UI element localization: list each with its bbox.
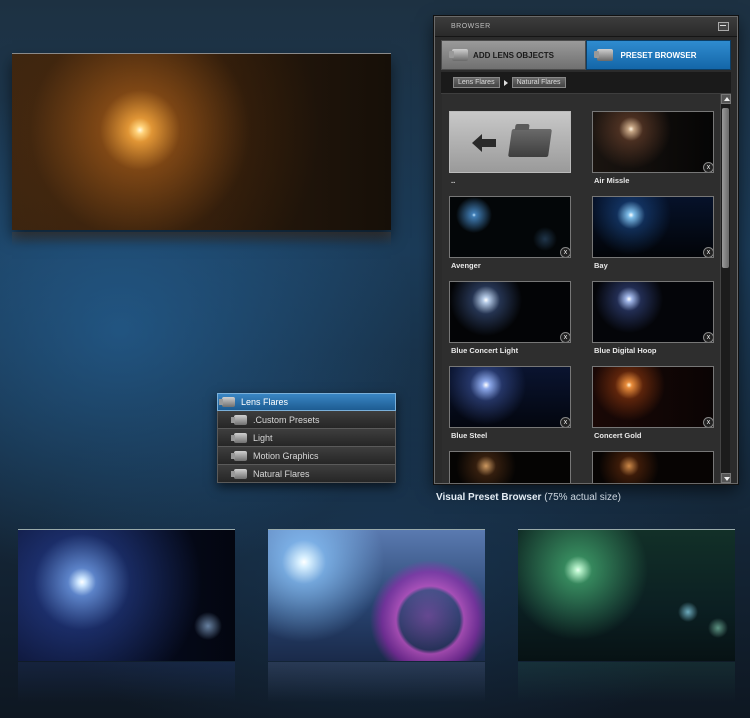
tab-label: ADD LENS OBJECTS [473, 50, 554, 60]
pink-flare-sample-image [268, 529, 485, 661]
tree-item-label: .Custom Presets [253, 414, 320, 425]
browser-panel: BROWSER ADD LENS OBJECTS PRESET BROWSER … [434, 16, 738, 484]
delete-preset-button[interactable]: x [703, 417, 713, 427]
scroll-up-button[interactable] [721, 94, 731, 104]
delete-preset-button[interactable]: x [560, 417, 570, 427]
tab-label: PRESET BROWSER [620, 50, 697, 60]
browser-caption: Visual Preset Browser (75% actual size) [436, 492, 621, 503]
tree-item-motion-graphics[interactable]: Motion Graphics [217, 447, 396, 465]
preset-item[interactable] [449, 451, 571, 483]
browser-title: BROWSER [451, 23, 491, 30]
preset-label: Concert Gold [594, 431, 642, 440]
back-folder-label: .. [451, 176, 456, 185]
preset-item[interactable]: x Air Missle [592, 111, 714, 191]
hero-flare-reflection [12, 232, 391, 246]
preset-scrollbar[interactable] [720, 94, 731, 483]
blue-flare-sample-image [18, 529, 235, 661]
camera-icon [231, 432, 247, 443]
delete-preset-button[interactable]: x [703, 162, 713, 172]
camera-icon [231, 414, 247, 425]
back-arrow-icon [472, 134, 482, 152]
preset-item[interactable]: x Blue Concert Light [449, 281, 571, 361]
preset-item[interactable]: x Blue Steel [449, 366, 571, 446]
browser-tabs: ADD LENS OBJECTS PRESET BROWSER [441, 40, 731, 70]
tree-item-label: Lens Flares [241, 397, 289, 407]
preset-label: Blue Steel [451, 431, 488, 440]
preset-item[interactable]: x Bay [592, 196, 714, 276]
breadcrumb-item-natural-flares[interactable]: Natural Flares [511, 77, 566, 88]
folder-icon [508, 129, 552, 157]
breadcrumb: Lens Flares Natural Flares [441, 72, 731, 94]
preset-label: Bay [594, 261, 608, 270]
camera-icon [449, 47, 470, 63]
preset-thumbnail[interactable]: x [449, 196, 571, 258]
tree-item-label: Light [253, 432, 273, 443]
preset-label: Avenger [451, 261, 481, 270]
tab-preset-browser[interactable]: PRESET BROWSER [586, 40, 731, 70]
preset-grid: .. x Air Missle x Avenger x Bay x Blue C… [442, 94, 720, 483]
hero-flare-image [12, 53, 391, 230]
preset-thumbnail[interactable]: x [449, 366, 571, 428]
scrollbar-thumb[interactable] [722, 108, 729, 268]
preset-item[interactable]: x Avenger [449, 196, 571, 276]
browser-titlebar: BROWSER [435, 17, 737, 37]
tree-item-light[interactable]: Light [217, 429, 396, 447]
breadcrumb-item-lens-flares[interactable]: Lens Flares [453, 77, 500, 88]
sample-reflection [268, 662, 485, 702]
breadcrumb-separator-icon [503, 79, 508, 86]
delete-preset-button[interactable]: x [560, 247, 570, 257]
back-folder-item[interactable]: .. [449, 111, 571, 191]
preset-label: Blue Concert Light [451, 346, 519, 355]
preset-thumbnail[interactable]: x [592, 366, 714, 428]
delete-preset-button[interactable]: x [703, 247, 713, 257]
scroll-down-button[interactable] [721, 473, 731, 483]
camera-icon [231, 468, 247, 479]
camera-icon [231, 450, 247, 461]
delete-preset-button[interactable]: x [703, 332, 713, 342]
preset-thumbnail[interactable]: x [449, 281, 571, 343]
camera-icon [219, 397, 235, 407]
tree-item-custom-presets[interactable]: .Custom Presets [217, 411, 396, 429]
back-folder-thumbnail[interactable] [449, 111, 571, 173]
preset-thumbnail[interactable] [592, 451, 714, 483]
green-flare-sample-image [518, 529, 735, 661]
preset-item[interactable]: x Blue Digital Hoop [592, 281, 714, 361]
tree-item-label: Natural Flares [253, 468, 310, 479]
caption-title: Visual Preset Browser [436, 492, 542, 503]
preset-category-tree: Lens Flares .Custom Presets Light Motion… [217, 393, 396, 483]
sample-reflection [518, 662, 735, 702]
sample-reflection [18, 662, 235, 702]
preset-thumbnail[interactable]: x [592, 281, 714, 343]
caption-note: (75% actual size) [541, 492, 621, 503]
tree-item-natural-flares[interactable]: Natural Flares [217, 465, 396, 483]
preset-thumbnail[interactable]: x [592, 196, 714, 258]
delete-preset-button[interactable]: x [560, 332, 570, 342]
preset-item[interactable]: x Concert Gold [592, 366, 714, 446]
tab-add-lens-objects[interactable]: ADD LENS OBJECTS [441, 40, 586, 70]
preset-thumbnail[interactable]: x [592, 111, 714, 173]
camera-icon [594, 47, 615, 63]
preset-thumbnail[interactable] [449, 451, 571, 483]
tree-item-label: Motion Graphics [253, 450, 319, 461]
preset-label: Blue Digital Hoop [594, 346, 657, 355]
preset-label: Air Missle [594, 176, 630, 185]
panel-menu-icon[interactable] [718, 22, 729, 31]
preset-item[interactable] [592, 451, 714, 483]
tree-item-lens-flares[interactable]: Lens Flares [217, 393, 396, 411]
